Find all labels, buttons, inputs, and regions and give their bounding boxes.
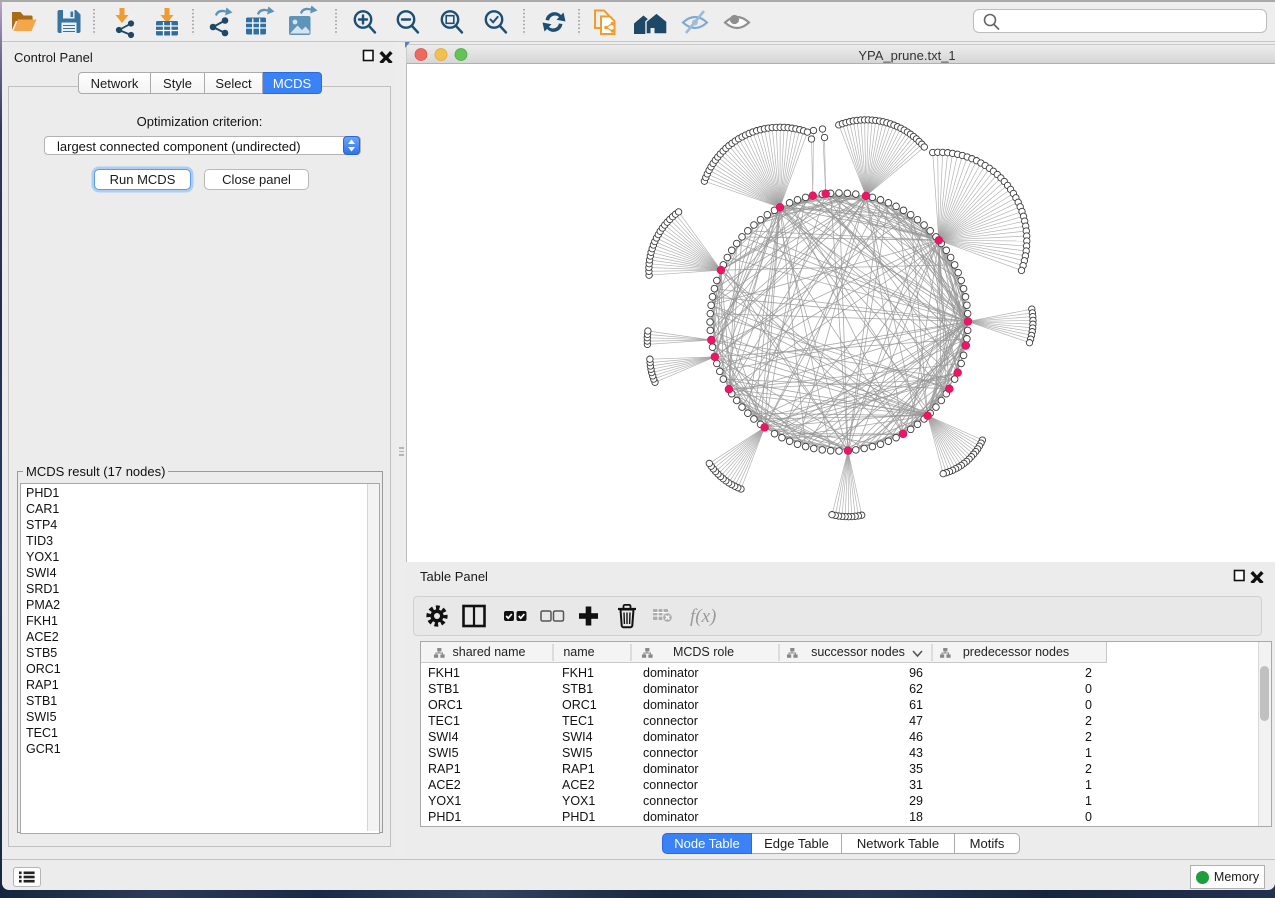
svg-text:f(x): f(x) bbox=[690, 606, 716, 627]
